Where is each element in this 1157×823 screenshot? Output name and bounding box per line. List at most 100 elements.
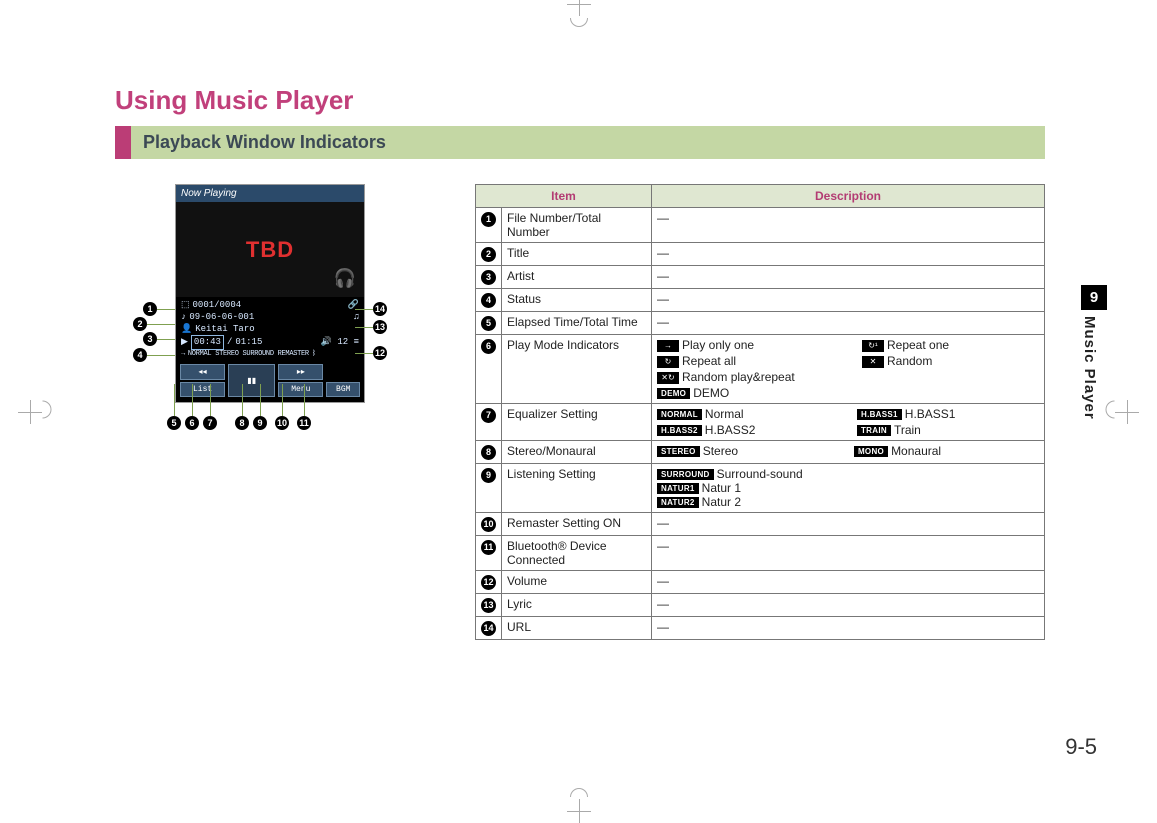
file-counter: 0001/0004 xyxy=(193,299,242,311)
th-desc: Description xyxy=(652,185,1045,208)
table-row: 7Equalizer SettingNORMALNormalH.BASS1H.B… xyxy=(476,404,1045,441)
tbd-label: TBD xyxy=(246,237,294,263)
table-row: 1File Number/Total Number― xyxy=(476,208,1045,243)
row-item: Listening Setting xyxy=(502,464,652,513)
table-row: 12Volume― xyxy=(476,571,1045,594)
row-desc: ― xyxy=(652,513,1045,536)
table-row: 4Status― xyxy=(476,289,1045,312)
table-row: 6Play Mode Indicators→Play only one↻¹Rep… xyxy=(476,335,1045,404)
th-item: Item xyxy=(476,185,652,208)
artist-name: Keitai Taro xyxy=(195,323,254,335)
row-item: Remaster Setting ON xyxy=(502,513,652,536)
phone-diagram: Now Playing TBD 🎧 ⬚ 0001/0004🔗 ♪ 09-06-0… xyxy=(115,184,445,640)
row-item: Stereo/Monaural xyxy=(502,441,652,464)
row-item: File Number/Total Number xyxy=(502,208,652,243)
elapsed-time: 00:43 xyxy=(194,337,221,347)
table-row: 13Lyric― xyxy=(476,594,1045,617)
phone-controls: ◂◂ List ▮▮ ▸▸ Menu BGM xyxy=(176,361,364,402)
table-row: 14URL― xyxy=(476,617,1045,640)
menu-button: Menu xyxy=(278,382,323,397)
row-desc: ― xyxy=(652,312,1045,335)
callout-4: 4 xyxy=(133,348,147,362)
page-title: Using Music Player xyxy=(115,85,1045,116)
crop-mark xyxy=(567,0,591,16)
callout-7: 7 xyxy=(203,416,217,430)
callout-9: 9 xyxy=(253,416,267,430)
row-number: 2 xyxy=(476,243,502,266)
callout-2: 2 xyxy=(133,317,147,331)
row-desc: ― xyxy=(652,617,1045,640)
phone-info: ⬚ 0001/0004🔗 ♪ 09-06-06-001♫ 👤 Keitai Ta… xyxy=(176,297,364,361)
chapter-number: 9 xyxy=(1081,285,1107,310)
pause-button: ▮▮ xyxy=(228,364,275,397)
row-desc: NORMALNormalH.BASS1H.BASS1H.BASS2H.BASS2… xyxy=(652,404,1045,441)
row-item: Lyric xyxy=(502,594,652,617)
row-desc: ― xyxy=(652,266,1045,289)
indicators-table: Item Description 1File Number/Total Numb… xyxy=(475,184,1045,640)
row-number: 1 xyxy=(476,208,502,243)
next-button: ▸▸ xyxy=(278,364,323,380)
callout-1: 1 xyxy=(143,302,157,316)
total-time: 01:15 xyxy=(235,336,262,348)
headphone-icon: 🎧 xyxy=(334,268,356,289)
row-number: 14 xyxy=(476,617,502,640)
table-row: 10Remaster Setting ON― xyxy=(476,513,1045,536)
row-number: 13 xyxy=(476,594,502,617)
row-desc: ― xyxy=(652,594,1045,617)
row-item: URL xyxy=(502,617,652,640)
row-desc: ― xyxy=(652,571,1045,594)
row-number: 11 xyxy=(476,536,502,571)
bgm-button: BGM xyxy=(326,382,360,397)
row-desc: SURROUNDSurround-soundNATUR1Natur 1NATUR… xyxy=(652,464,1045,513)
row-item: Volume xyxy=(502,571,652,594)
page-number: 9-5 xyxy=(1065,734,1097,760)
row-number: 12 xyxy=(476,571,502,594)
crop-mark xyxy=(18,400,42,424)
row-desc: →Play only one↻¹Repeat one↻Repeat all✕Ra… xyxy=(652,335,1045,404)
indicator-line: NORMAL STEREO SURROUND REMASTER xyxy=(188,350,309,359)
row-number: 7 xyxy=(476,404,502,441)
crop-mark xyxy=(43,401,52,419)
callout-10: 10 xyxy=(275,416,289,430)
table-row: 5Elapsed Time/Total Time― xyxy=(476,312,1045,335)
callout-13: 13 xyxy=(373,320,387,334)
volume-value: 12 xyxy=(337,337,348,347)
crop-mark xyxy=(567,799,591,823)
table-row: 2Title― xyxy=(476,243,1045,266)
row-desc: ― xyxy=(652,536,1045,571)
row-desc: ― xyxy=(652,289,1045,312)
chapter-label: Music Player xyxy=(1081,316,1098,420)
row-item: Title xyxy=(502,243,652,266)
row-number: 6 xyxy=(476,335,502,404)
callout-3: 3 xyxy=(143,332,157,346)
section-accent xyxy=(115,126,131,159)
row-number: 8 xyxy=(476,441,502,464)
callout-12: 12 xyxy=(373,346,387,360)
table-row: 9Listening SettingSURROUNDSurround-sound… xyxy=(476,464,1045,513)
album-art-area: TBD 🎧 xyxy=(176,202,364,297)
table-row: 3Artist― xyxy=(476,266,1045,289)
row-item: Bluetooth® Device Connected xyxy=(502,536,652,571)
track-title: 09-06-06-001 xyxy=(189,311,254,323)
row-item: Artist xyxy=(502,266,652,289)
indicators-table-wrap: Item Description 1File Number/Total Numb… xyxy=(475,184,1045,640)
row-item: Elapsed Time/Total Time xyxy=(502,312,652,335)
chapter-tab: 9 Music Player xyxy=(1081,285,1107,420)
row-item: Equalizer Setting xyxy=(502,404,652,441)
phone-mock: Now Playing TBD 🎧 ⬚ 0001/0004🔗 ♪ 09-06-0… xyxy=(175,184,365,403)
row-number: 10 xyxy=(476,513,502,536)
section-label: Playback Window Indicators xyxy=(131,126,1045,159)
row-number: 4 xyxy=(476,289,502,312)
row-desc: STEREOStereoMONOMonaural xyxy=(652,441,1045,464)
callout-8: 8 xyxy=(235,416,249,430)
callout-6: 6 xyxy=(185,416,199,430)
table-row: 11Bluetooth® Device Connected― xyxy=(476,536,1045,571)
crop-mark xyxy=(1115,400,1139,424)
list-button: List xyxy=(180,382,225,397)
row-number: 5 xyxy=(476,312,502,335)
callout-11: 11 xyxy=(297,416,311,430)
row-number: 9 xyxy=(476,464,502,513)
crop-mark xyxy=(570,18,588,27)
row-item: Status xyxy=(502,289,652,312)
prev-button: ◂◂ xyxy=(180,364,225,380)
